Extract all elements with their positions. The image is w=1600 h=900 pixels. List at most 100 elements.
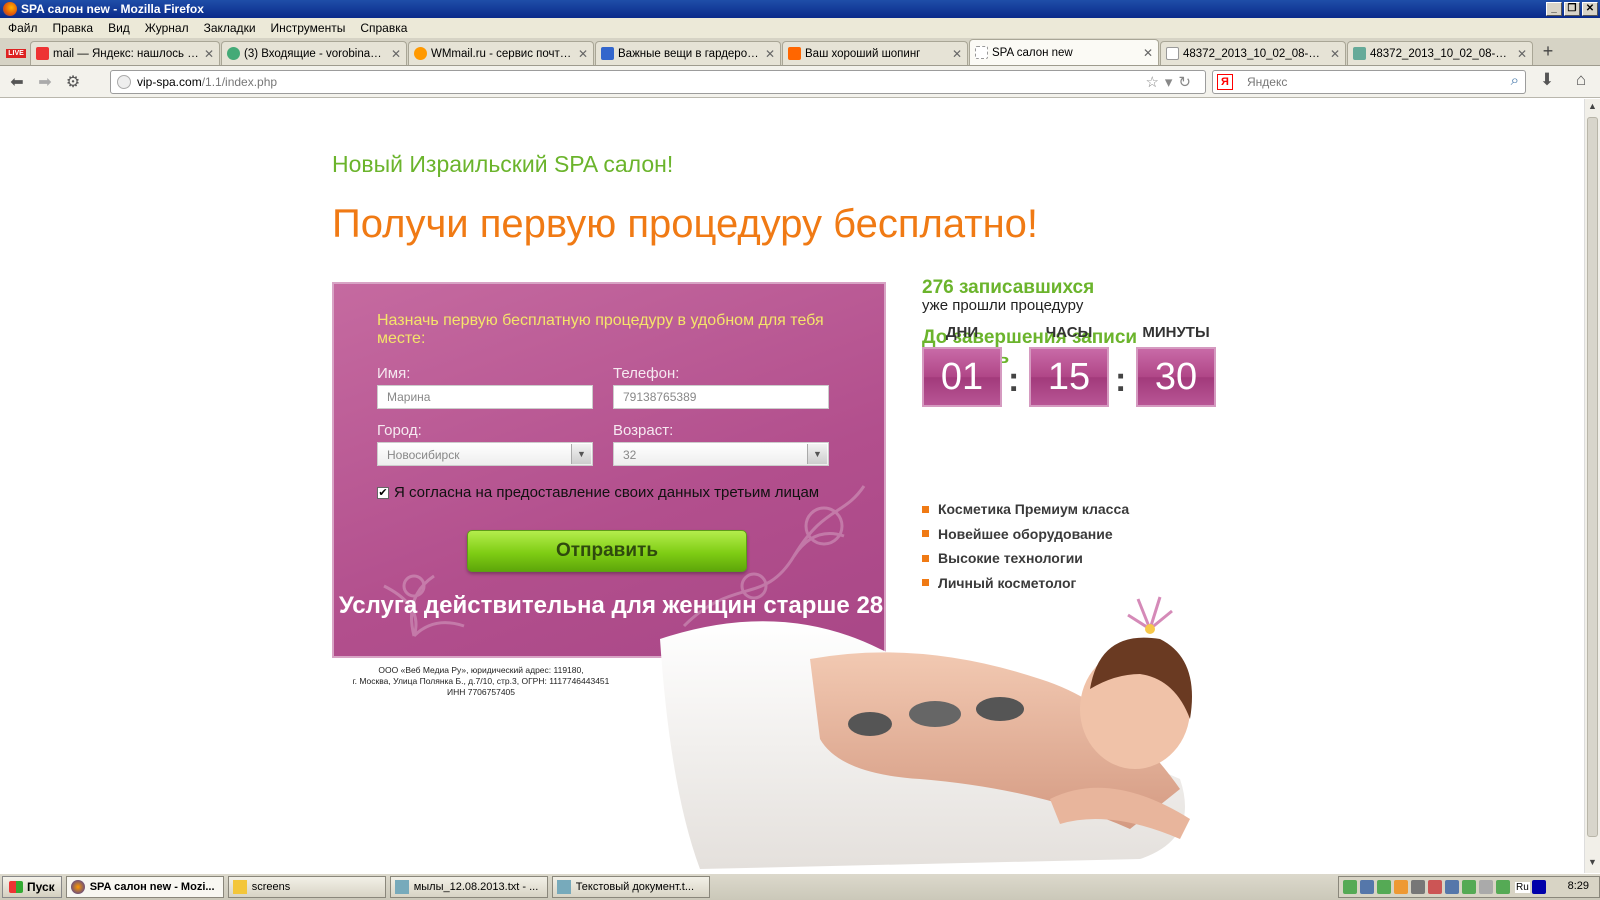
menu-history[interactable]: Журнал: [145, 21, 189, 35]
address-bar[interactable]: vip-spa.com/1.1/index.php ☆▾↻: [110, 70, 1206, 94]
tab-active[interactable]: SPA салон new ✕: [969, 39, 1159, 65]
tray-icon[interactable]: [1411, 880, 1425, 894]
home-icon[interactable]: ⚙: [62, 71, 84, 93]
menu-file[interactable]: Файл: [8, 21, 38, 35]
taskbar-item-notepad[interactable]: мылы_12.08.2013.txt - ...: [389, 876, 548, 898]
tray-icon[interactable]: [1496, 880, 1510, 894]
close-tab-icon[interactable]: ✕: [204, 47, 214, 61]
start-button[interactable]: Пуск: [2, 876, 62, 898]
scroll-down-icon[interactable]: ▼: [1587, 857, 1598, 871]
new-tab-button[interactable]: +: [1534, 41, 1562, 65]
language-indicator[interactable]: Ru: [1515, 881, 1530, 893]
tab[interactable]: (3) Входящие - vorobina86... ✕: [221, 41, 407, 65]
days-value: 01: [922, 347, 1002, 407]
tray-icon[interactable]: [1428, 880, 1442, 894]
menu-bookmarks[interactable]: Закладки: [204, 21, 256, 35]
countdown-hours: ЧАСЫ 15: [1029, 324, 1109, 407]
name-input[interactable]: Марина: [377, 385, 593, 409]
download-icon[interactable]: ⬇: [1536, 70, 1558, 92]
system-tray: Ru 8:29: [1338, 876, 1600, 898]
consent-checkbox[interactable]: ✔: [377, 487, 389, 499]
menu-tools[interactable]: Инструменты: [271, 21, 346, 35]
close-tab-icon[interactable]: ✕: [1517, 47, 1527, 61]
menu-edit[interactable]: Правка: [53, 21, 94, 35]
tray-icon[interactable]: [1531, 880, 1546, 894]
phone-label: Телефон:: [613, 365, 680, 382]
city-select[interactable]: Новосибирск ▼: [377, 442, 593, 466]
page-headline: Получи первую процедуру бесплатно!: [332, 202, 1039, 246]
menu-help[interactable]: Справка: [360, 21, 407, 35]
taskbar-item-firefox[interactable]: SPA салон new - Mozi...: [65, 876, 224, 898]
vertical-scrollbar[interactable]: ▲ ▼: [1584, 99, 1600, 873]
page-subtitle: Новый Израильский SPA салон!: [332, 151, 674, 177]
blogger-icon: [788, 47, 801, 60]
minimize-button[interactable]: _: [1546, 2, 1562, 16]
countdown-days: ДНИ 01: [922, 324, 1002, 407]
close-tab-icon[interactable]: ✕: [1143, 46, 1153, 60]
legal-line: ИНН 7706757405: [446, 687, 516, 697]
tray-icon[interactable]: [1479, 880, 1493, 894]
taskbar-item-notepad[interactable]: Текстовый документ.t...: [551, 876, 710, 898]
close-tab-icon[interactable]: ✕: [765, 47, 775, 61]
phone-input[interactable]: 79138765389: [613, 385, 829, 409]
google-icon: [601, 47, 614, 60]
tray-icon[interactable]: [1462, 880, 1476, 894]
minutes-label: МИНУТЫ: [1142, 324, 1210, 341]
close-tab-icon[interactable]: ✕: [391, 47, 401, 61]
yandex-icon[interactable]: Я: [1217, 74, 1233, 90]
close-button[interactable]: ✕: [1582, 2, 1598, 16]
age-select[interactable]: 32 ▼: [613, 442, 829, 466]
folder-icon: [232, 880, 247, 894]
tray-icon[interactable]: [1445, 880, 1459, 894]
mail-icon: [227, 47, 240, 60]
tray-icon[interactable]: [1343, 880, 1357, 894]
wmmail-icon: [414, 47, 427, 60]
firefox-icon: [70, 880, 85, 894]
menu-view[interactable]: Вид: [108, 21, 130, 35]
minutes-value: 30: [1136, 347, 1216, 407]
close-tab-icon[interactable]: ✕: [1330, 47, 1340, 61]
tray-icon[interactable]: [1360, 880, 1374, 894]
signup-count: 276 записавшихся: [922, 277, 1095, 298]
legal-line: г. Москва, Улица Полянка Б., д.7/10, стр…: [352, 676, 610, 686]
age-label: Возраст:: [613, 422, 674, 439]
close-tab-icon[interactable]: ✕: [578, 47, 588, 61]
tray-icon[interactable]: [1394, 880, 1408, 894]
tab[interactable]: Важные вещи в гардеробе ... ✕: [595, 41, 781, 65]
maximize-button[interactable]: ❐: [1564, 2, 1580, 16]
home-button[interactable]: ⌂: [1570, 70, 1592, 92]
search-icon[interactable]: ⌕: [1511, 72, 1519, 89]
chevron-down-icon[interactable]: ▼: [807, 444, 827, 464]
form-intro: Назначь первую бесплатную процедуру в уд…: [377, 312, 824, 347]
colon-separator: :: [1008, 361, 1020, 399]
live-icon[interactable]: LIVE: [2, 41, 30, 65]
tab[interactable]: Ваш хороший шопинг ✕: [782, 41, 968, 65]
tab[interactable]: mail — Яндекс: нашлось 27... ✕: [30, 41, 220, 65]
forward-button[interactable]: ➡: [34, 71, 56, 93]
tray-icon[interactable]: [1377, 880, 1391, 894]
name-label: Имя:: [377, 365, 411, 382]
countdown-minutes: МИНУТЫ 30: [1136, 324, 1216, 407]
close-tab-icon[interactable]: ✕: [952, 47, 962, 61]
page-icon: [1166, 47, 1179, 60]
spa-woman-image: [660, 596, 1192, 869]
list-item: Косметика Премиум класса: [922, 497, 1129, 522]
tab[interactable]: WMmail.ru - сервис почтов... ✕: [408, 41, 594, 65]
scroll-up-icon[interactable]: ▲: [1587, 101, 1598, 115]
navigation-bar: ⬅ ➡ ⚙ vip-spa.com/1.1/index.php ☆▾↻ Я Ян…: [0, 66, 1600, 98]
firefox-icon: [3, 2, 17, 16]
chevron-down-icon[interactable]: ▼: [571, 444, 591, 464]
tab[interactable]: 48372_2013_10_02_08-26-1... ✕: [1347, 41, 1533, 65]
site-identity-icon[interactable]: [117, 75, 131, 89]
scroll-thumb[interactable]: [1587, 117, 1598, 837]
search-bar[interactable]: Я Яндекс ⌕: [1212, 70, 1526, 94]
bookmark-star-icon[interactable]: ☆▾↻: [1145, 73, 1197, 91]
url-domain: vip-spa.com: [137, 75, 202, 89]
search-input[interactable]: Яндекс: [1247, 75, 1287, 89]
legal-line: ООО «Веб Медиа Ру», юридический адрес: 1…: [378, 665, 584, 675]
window-title: SPA салон new - Mozilla Firefox: [21, 2, 204, 16]
tab[interactable]: 48372_2013_10_02_08-26-1... ✕: [1160, 41, 1346, 65]
back-button[interactable]: ⬅: [6, 71, 28, 93]
days-label: ДНИ: [945, 324, 979, 341]
taskbar-item-folder[interactable]: screens: [227, 876, 386, 898]
